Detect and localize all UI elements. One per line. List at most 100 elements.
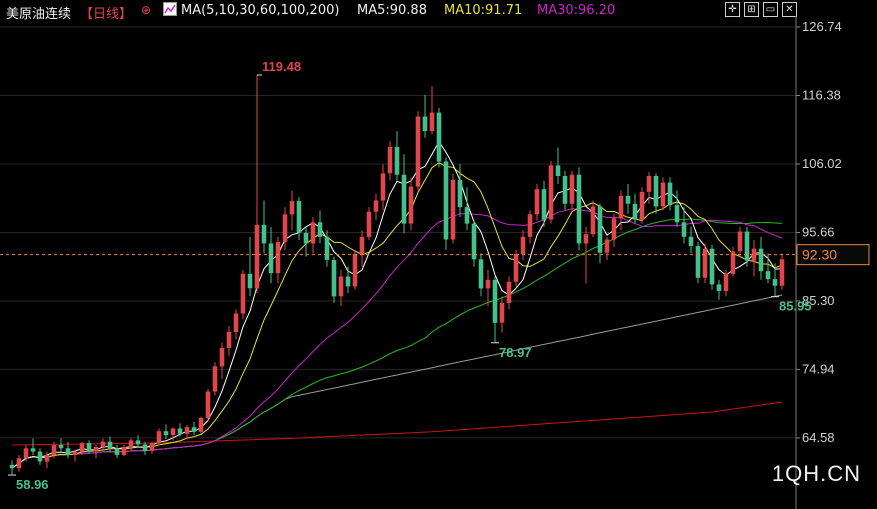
- candle-body: [352, 254, 358, 287]
- candle-body: [471, 223, 477, 260]
- candle-body: [380, 173, 386, 201]
- candle-body: [30, 448, 36, 452]
- candle-body: [744, 231, 750, 261]
- candle-body: [660, 182, 666, 207]
- candle-body: [394, 146, 400, 175]
- candle-body: [212, 366, 218, 392]
- candle-body: [247, 273, 253, 289]
- candle-body: [198, 417, 204, 432]
- candle-body: [569, 174, 575, 204]
- candle-body: [681, 222, 687, 237]
- candle-body: [205, 391, 211, 418]
- candle-body: [310, 222, 316, 244]
- y-tick-label: 106.02: [802, 156, 842, 171]
- candle-body: [9, 464, 15, 469]
- candle-body: [331, 260, 337, 297]
- candle-body: [548, 165, 554, 220]
- candle-body: [653, 176, 659, 207]
- candle-body: [506, 281, 512, 303]
- low-annotation: 85.95: [779, 299, 812, 314]
- candle-body: [436, 112, 442, 162]
- candle-body: [387, 146, 393, 174]
- ma100-line: [11, 294, 783, 469]
- candle-body: [639, 191, 645, 220]
- y-tick-label: 126.74: [802, 19, 842, 34]
- low-annotation: 58.96: [16, 477, 49, 492]
- candle-body: [296, 201, 302, 233]
- candle-body: [261, 224, 267, 244]
- candle-body: [555, 165, 561, 176]
- candle-body: [23, 448, 29, 459]
- candlestick-chart[interactable]: 126.74116.38106.0295.6685.3074.9464.58 9…: [0, 0, 877, 509]
- candle-body: [604, 239, 610, 253]
- candle-body: [513, 254, 519, 282]
- candle-body: [520, 236, 526, 254]
- candle-body: [149, 443, 155, 451]
- candle-body: [254, 224, 260, 289]
- candle-body: [408, 186, 414, 224]
- candle-body: [443, 161, 449, 240]
- candle-body: [667, 182, 673, 206]
- candle-body: [121, 447, 127, 455]
- candle-body: [275, 242, 281, 274]
- ma30-line: [11, 208, 783, 469]
- candle-body: [723, 273, 729, 291]
- candle-body: [282, 214, 288, 243]
- candle-body: [779, 259, 785, 286]
- candle-body: [226, 332, 232, 348]
- candle-body: [100, 441, 106, 447]
- y-tick-label: 116.38: [802, 88, 841, 103]
- candle-body: [135, 440, 141, 445]
- candle-body: [79, 443, 85, 452]
- site-watermark: 1QH.CN: [771, 461, 861, 486]
- candle-body: [457, 180, 463, 208]
- y-tick-label: 95.66: [802, 224, 835, 239]
- candle-body: [317, 222, 323, 237]
- candle-body: [597, 206, 603, 253]
- candle-body: [58, 445, 64, 449]
- candle-body: [177, 428, 183, 434]
- candle-body: [492, 279, 498, 323]
- y-tick-label: 64.58: [802, 430, 835, 445]
- candle-body: [366, 211, 372, 237]
- candle-body: [338, 276, 344, 297]
- candle-body: [142, 444, 148, 451]
- ma200-line: [11, 401, 783, 446]
- candle-body: [128, 440, 134, 447]
- candle-body: [156, 431, 162, 444]
- moving-average-lines: [11, 140, 783, 469]
- candle-body: [93, 447, 99, 452]
- candle-body: [86, 443, 92, 452]
- ma60-line: [11, 218, 783, 469]
- current-price-label: 92.30: [802, 247, 837, 263]
- candle-body: [184, 427, 190, 434]
- grid-lines: [0, 26, 796, 439]
- candle-body: [289, 201, 295, 215]
- candle-body: [37, 451, 43, 462]
- candle-body: [401, 174, 407, 224]
- candle-body: [72, 451, 78, 455]
- candle-body: [429, 112, 435, 132]
- candle-body: [422, 116, 428, 131]
- candle-body: [219, 347, 225, 367]
- low-annotation: 78.97: [499, 345, 532, 360]
- candle-body: [44, 455, 50, 462]
- candle-body: [562, 176, 568, 204]
- candle-body: [702, 248, 708, 278]
- candle-body: [240, 273, 246, 314]
- candle-body: [618, 195, 624, 219]
- candle-body: [163, 431, 169, 436]
- candle-body: [758, 248, 764, 272]
- candle-body: [688, 236, 694, 247]
- annotations: 92.30 119.48 78.97 85.95 58.96: [0, 59, 870, 492]
- candle-body: [107, 441, 113, 449]
- candle-body: [737, 231, 743, 252]
- candle-body: [527, 214, 533, 237]
- candle-body: [450, 180, 456, 240]
- y-tick-label: 74.94: [802, 361, 835, 376]
- candle-body: [541, 189, 547, 220]
- candle-body: [373, 200, 379, 212]
- candle-body: [709, 248, 715, 285]
- candle-body: [16, 458, 22, 469]
- candle-body: [324, 236, 330, 260]
